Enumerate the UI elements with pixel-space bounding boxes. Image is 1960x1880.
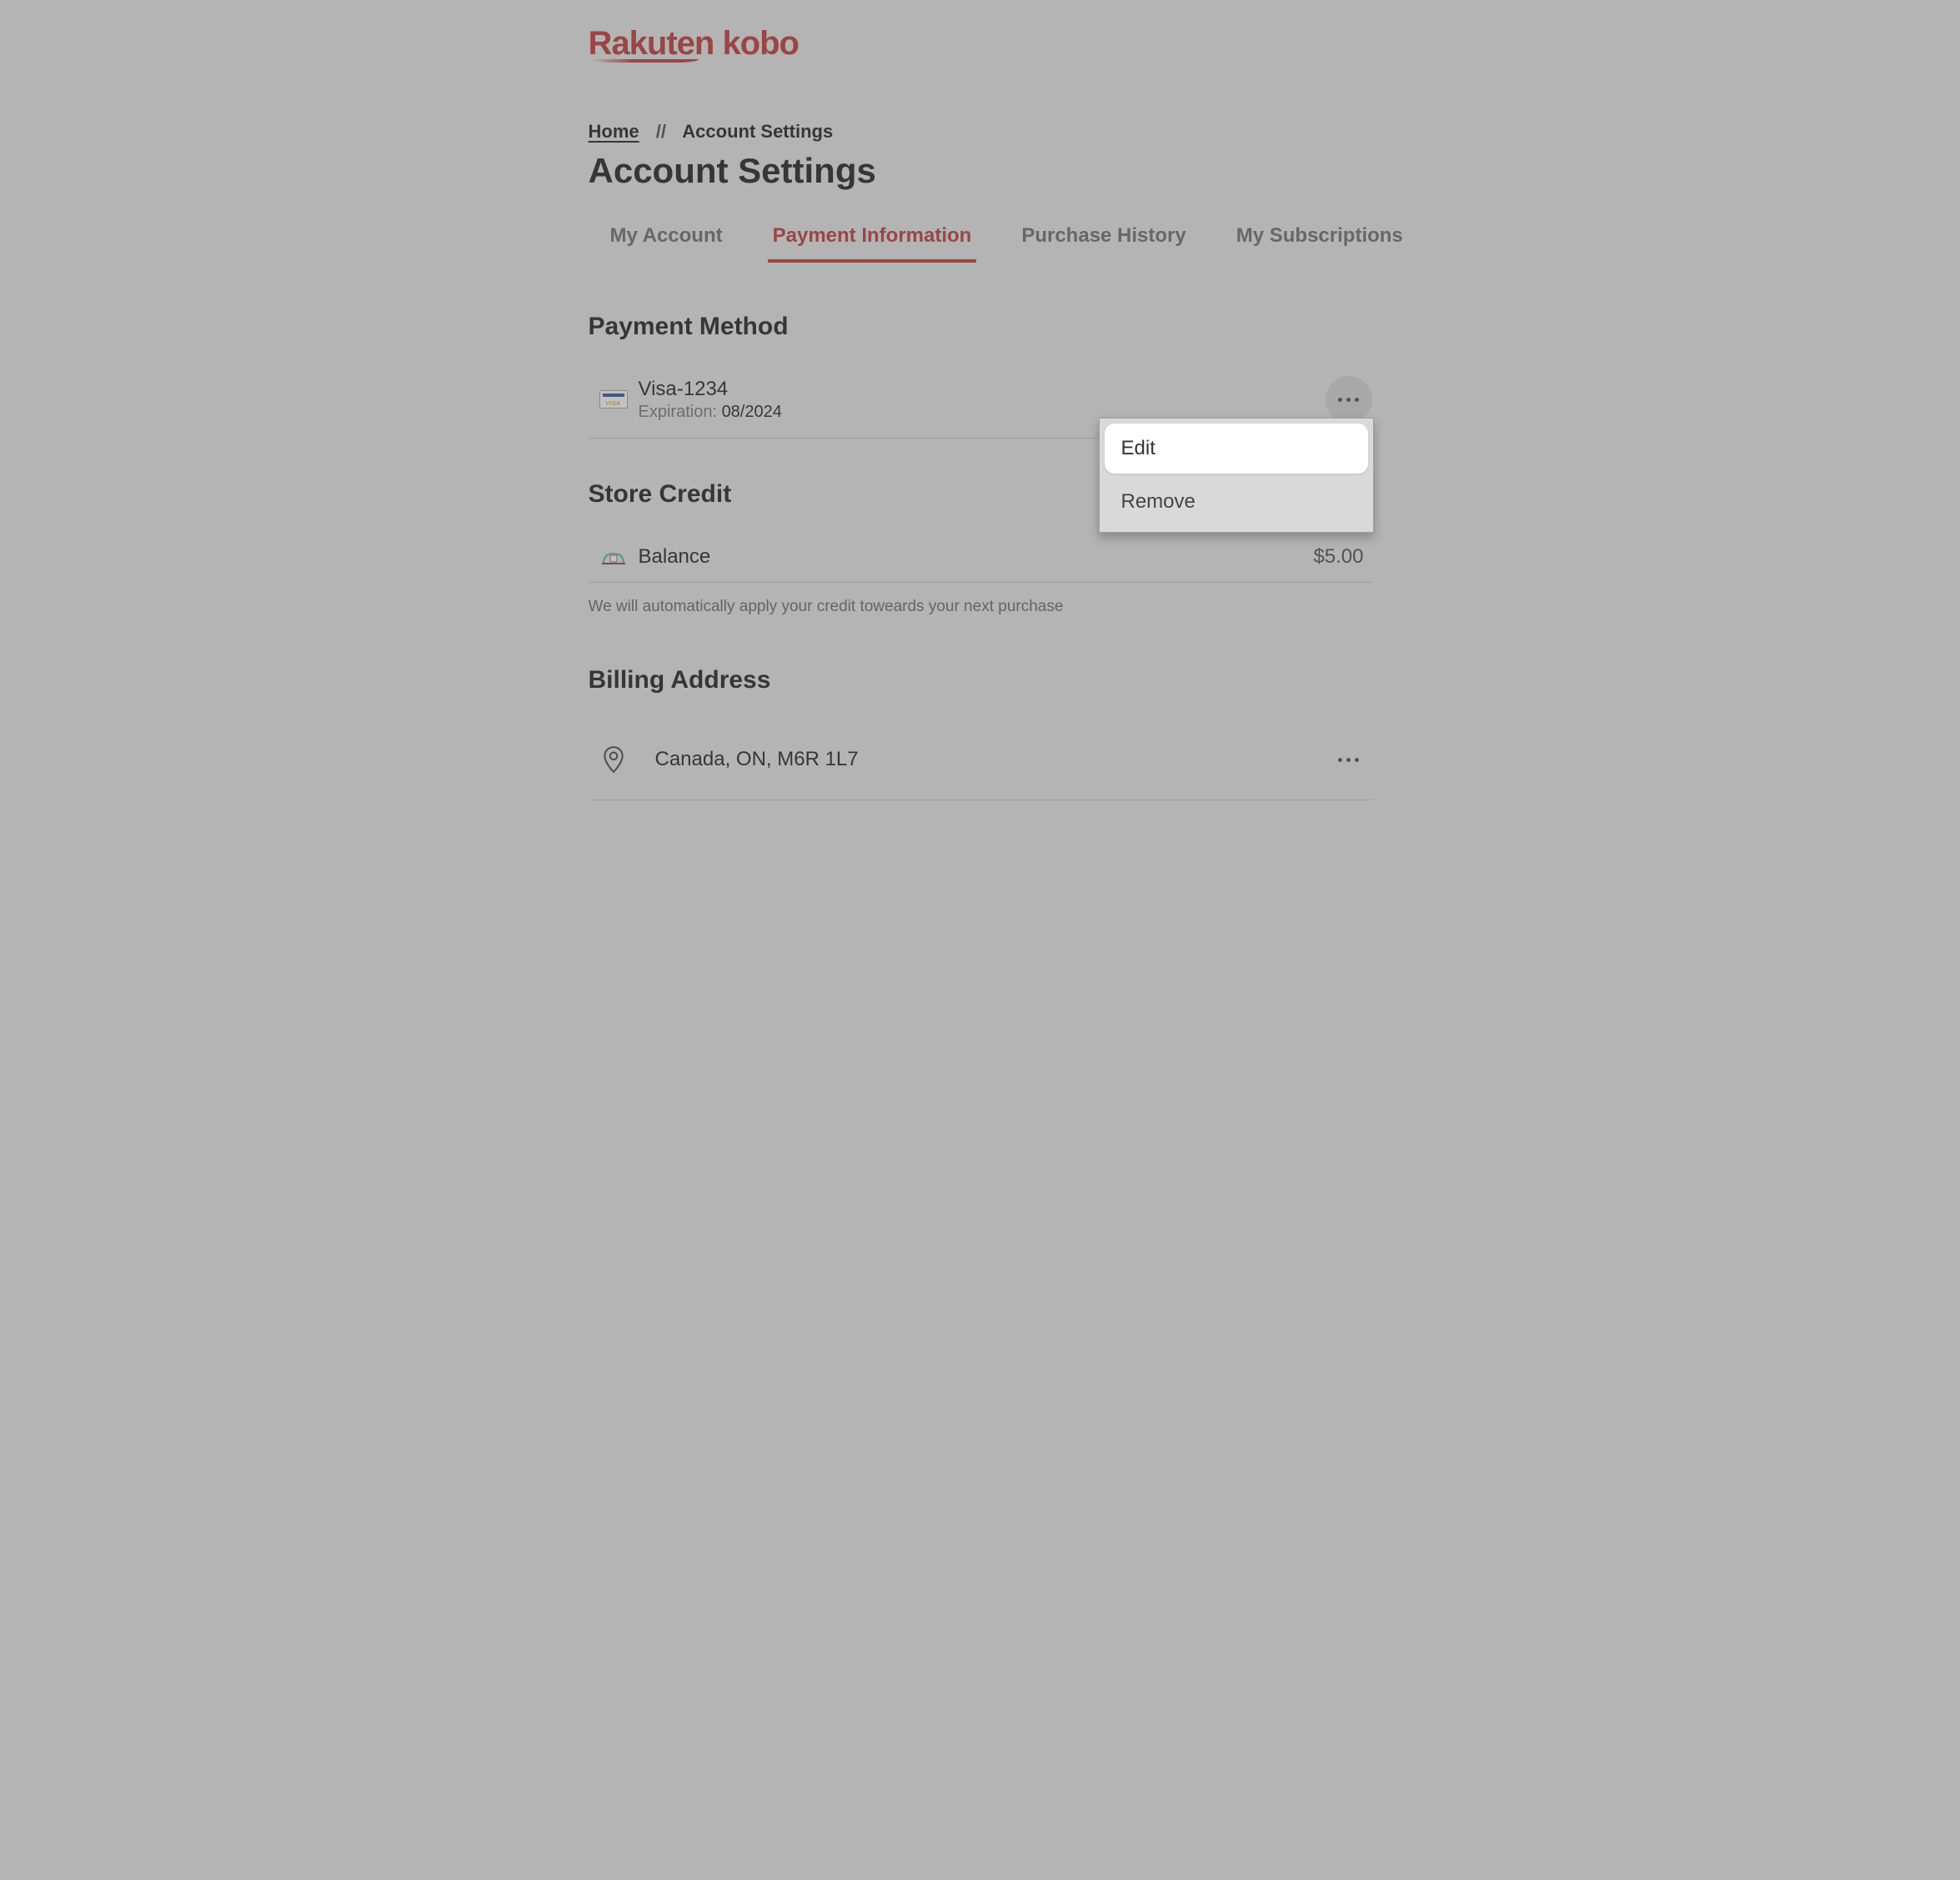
brand-name-part1: Rakuten	[589, 25, 714, 62]
page-title: Account Settings	[589, 151, 1372, 191]
menu-item-edit[interactable]: Edit	[1105, 424, 1368, 474]
payment-method-heading: Payment Method	[589, 313, 1372, 341]
billing-section: Billing Address Canada, ON, M6R 1L7	[589, 666, 1372, 800]
tabs: My Account Payment Information Purchase …	[589, 216, 1372, 263]
breadcrumb-current: Account Settings	[682, 121, 833, 142]
card-more-button[interactable]	[1326, 376, 1372, 423]
billing-address-text: Canada, ON, M6R 1L7	[655, 748, 1326, 771]
visa-icon	[589, 390, 639, 409]
card-last4: 1234	[684, 378, 728, 400]
balance-amount: $5.00	[1313, 545, 1363, 569]
more-icon	[1338, 758, 1359, 762]
menu-item-remove[interactable]: Remove	[1105, 477, 1368, 527]
brand-name-part2: kobo	[722, 25, 799, 62]
tab-my-subscriptions[interactable]: My Subscriptions	[1231, 216, 1408, 263]
brand-logo[interactable]: Rakuten kobo	[589, 25, 799, 63]
payment-method-section: Payment Method Visa-1234 Expiration: 08/…	[589, 313, 1372, 439]
balance-label: Balance	[639, 545, 1314, 569]
tab-payment-information[interactable]: Payment Information	[768, 216, 977, 263]
breadcrumb-separator: //	[656, 121, 666, 142]
card-expiration-value: 08/2024	[722, 403, 782, 421]
tab-my-account[interactable]: My Account	[605, 216, 728, 263]
breadcrumb-home-link[interactable]: Home	[589, 121, 639, 142]
tab-purchase-history[interactable]: Purchase History	[1016, 216, 1191, 263]
billing-heading: Billing Address	[589, 666, 1372, 694]
store-credit-icon	[589, 547, 639, 567]
location-pin-icon	[589, 745, 639, 774]
card-expiration-label: Expiration:	[639, 403, 718, 421]
billing-address-row: Canada, ON, M6R 1L7	[589, 719, 1372, 800]
breadcrumb: Home // Account Settings	[589, 121, 1372, 143]
more-icon	[1338, 398, 1359, 402]
card-name: Visa-1234	[639, 378, 1326, 401]
store-credit-row: Balance $5.00	[589, 534, 1372, 583]
store-credit-note: We will automatically apply your credit …	[589, 598, 1372, 616]
payment-card-row: Visa-1234 Expiration: 08/2024 Edit Remov…	[589, 366, 1372, 439]
card-actions-menu: Edit Remove	[1099, 418, 1374, 533]
billing-more-button[interactable]	[1326, 736, 1372, 783]
card-brand: Visa	[639, 378, 677, 400]
